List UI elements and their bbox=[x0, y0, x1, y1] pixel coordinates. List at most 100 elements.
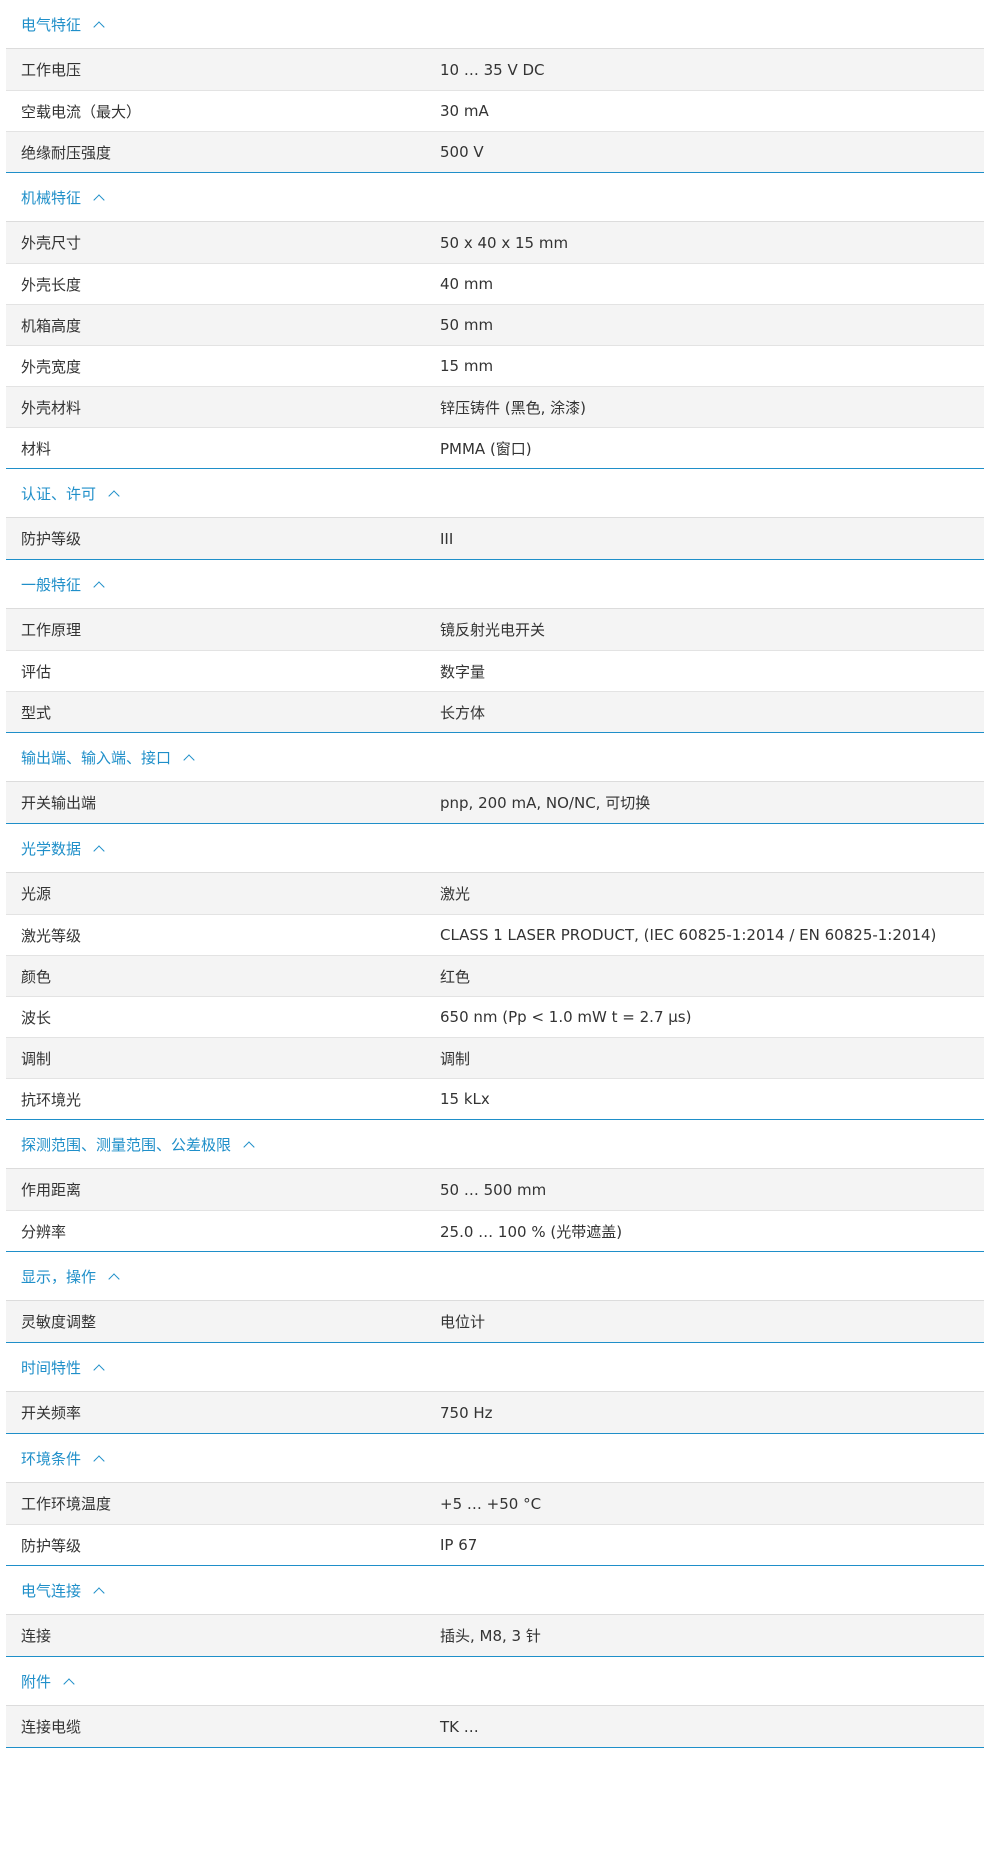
chevron-up-icon[interactable] bbox=[108, 489, 120, 502]
spec-value: IP 67 bbox=[440, 1536, 478, 1554]
spec-label: 灵敏度调整 bbox=[21, 1313, 97, 1331]
spec-label: 工作原理 bbox=[21, 621, 82, 639]
table-row: 开关输出端 pnp, 200 mA, NO/NC, 可切换 bbox=[6, 782, 984, 823]
section-header[interactable]: 电气连接 bbox=[6, 1566, 984, 1615]
section-body: 工作环境温度 +5 … +50 °C 防护等级 IP 67 bbox=[6, 1483, 984, 1565]
chevron-up-icon[interactable] bbox=[93, 580, 105, 593]
section-body: 外壳尺寸 50 x 40 x 15 mm 外壳长度 40 mm 机箱高度 50 mm 外壳宽… bbox=[6, 222, 984, 468]
spec-value: 15 kLx bbox=[440, 1090, 490, 1108]
spec-value: 调制 bbox=[440, 1049, 471, 1068]
table-row: 颜色 红色 bbox=[6, 955, 984, 996]
spec-label: 外壳长度 bbox=[21, 275, 82, 294]
section-header[interactable]: 时间特性 bbox=[6, 1343, 984, 1392]
chevron-up-icon[interactable] bbox=[93, 844, 105, 857]
chevron-up-icon[interactable] bbox=[93, 1363, 105, 1376]
table-row: 工作电压 10 … 35 V DC bbox=[6, 49, 984, 90]
spec-value: 插头, M8, 3 针 bbox=[440, 1627, 541, 1645]
spec-section: 探测范围、测量范围、公差极限作用距离 50 … 500 mm 分辨率 25.0 … 1… bbox=[6, 1120, 984, 1252]
spec-label: 外壳尺寸 bbox=[21, 234, 82, 252]
table-row: 外壳尺寸 50 x 40 x 15 mm bbox=[6, 222, 984, 263]
spec-label: 颜色 bbox=[21, 967, 52, 986]
chevron-up-icon[interactable] bbox=[108, 1272, 120, 1285]
section-header[interactable]: 光学数据 bbox=[6, 824, 984, 873]
spec-section: 环境条件 工作环境温度 +5 … +50 °C 防护等级 IP 67 bbox=[6, 1434, 984, 1566]
spec-label: 开关输出端 bbox=[21, 794, 97, 812]
section-body: 工作原理 镜反射光电开关 评估 数字量 型式 长方体 bbox=[6, 609, 984, 732]
table-row: 开关频率 750 Hz bbox=[6, 1392, 984, 1433]
spec-value: 500 V bbox=[440, 143, 484, 161]
section-header[interactable]: 电气特征 bbox=[6, 0, 984, 49]
spec-value: PMMA (窗口) bbox=[440, 439, 532, 458]
spec-section: 机械特征 外壳尺寸 50 x 40 x 15 mm 外壳长度 40 mm 机箱高度 50 m… bbox=[6, 173, 984, 469]
spec-value: 锌压铸件 (黑色, 涂漆) bbox=[440, 398, 587, 417]
spec-value: 红色 bbox=[440, 967, 471, 986]
section-header[interactable]: 一般特征 bbox=[6, 560, 984, 609]
table-row: 防护等级 IP 67 bbox=[6, 1524, 984, 1565]
spec-value: +5 … +50 °C bbox=[440, 1494, 542, 1513]
table-row: 防护等级 III bbox=[6, 518, 984, 559]
section-header[interactable]: 附件 bbox=[6, 1657, 984, 1706]
table-row: 机箱高度 50 mm bbox=[6, 304, 984, 345]
chevron-up-icon[interactable] bbox=[63, 1677, 75, 1690]
section-title: 电气连接 bbox=[21, 1581, 82, 1600]
section-body: 灵敏度调整 电位计 bbox=[6, 1301, 984, 1342]
spec-value: 650 nm (Pp < 1.0 mW t = 2.7 µs) bbox=[440, 1008, 692, 1026]
spec-label: 外壳宽度 bbox=[21, 357, 82, 376]
table-row: 连接电缆 TK … bbox=[6, 1706, 984, 1747]
spec-label: 外壳材料 bbox=[21, 398, 82, 417]
section-header[interactable]: 机械特征 bbox=[6, 173, 984, 222]
section-header[interactable]: 探测范围、测量范围、公差极限 bbox=[6, 1120, 984, 1169]
spec-value: 25.0 … 100 % (光带遮盖) bbox=[440, 1222, 623, 1241]
spec-label: 调制 bbox=[21, 1049, 52, 1068]
spec-label: 光源 bbox=[21, 885, 52, 903]
spec-value: TK … bbox=[440, 1717, 479, 1736]
spec-label: 连接 bbox=[21, 1627, 52, 1645]
section-header[interactable]: 输出端、输入端、接口 bbox=[6, 733, 984, 782]
section-header[interactable]: 显示，操作 bbox=[6, 1252, 984, 1301]
section-title: 一般特征 bbox=[21, 575, 82, 594]
spec-label: 防护等级 bbox=[21, 1536, 82, 1555]
spec-value: 长方体 bbox=[440, 703, 486, 722]
section-title: 机械特征 bbox=[21, 188, 82, 207]
table-row: 调制 调制 bbox=[6, 1037, 984, 1078]
chevron-up-icon[interactable] bbox=[93, 20, 105, 33]
spec-value: 15 mm bbox=[440, 357, 494, 375]
table-row: 波长 650 nm (Pp < 1.0 mW t = 2.7 µs) bbox=[6, 996, 984, 1037]
table-row: 材料 PMMA (窗口) bbox=[6, 427, 984, 468]
spec-label: 分辨率 bbox=[21, 1222, 67, 1241]
chevron-up-icon[interactable] bbox=[243, 1140, 255, 1153]
table-row: 工作原理 镜反射光电开关 bbox=[6, 609, 984, 650]
section-title: 输出端、输入端、接口 bbox=[21, 748, 172, 767]
table-row: 作用距离 50 … 500 mm bbox=[6, 1169, 984, 1210]
spec-value: III bbox=[440, 529, 454, 548]
spec-value: 10 … 35 V DC bbox=[440, 60, 545, 79]
section-title: 光学数据 bbox=[21, 839, 82, 858]
spec-accordion: 电气特征 工作电压 10 … 35 V DC 空载电流（最大） 30 mA 绝缘耐压强度 5… bbox=[6, 0, 984, 1748]
spec-value: pnp, 200 mA, NO/NC, 可切换 bbox=[440, 794, 651, 812]
chevron-up-icon[interactable] bbox=[183, 753, 195, 766]
chevron-up-icon[interactable] bbox=[93, 1454, 105, 1467]
spec-section: 认证、许可防护等级 III bbox=[6, 469, 984, 560]
spec-label: 波长 bbox=[21, 1008, 52, 1027]
spec-section: 附件 连接电缆 TK … bbox=[6, 1657, 984, 1748]
section-body: 开关输出端 pnp, 200 mA, NO/NC, 可切换 bbox=[6, 782, 984, 823]
spec-label: 防护等级 bbox=[21, 530, 82, 548]
section-title: 电气特征 bbox=[21, 15, 82, 34]
table-row: 激光等级 CLASS 1 LASER PRODUCT, (IEC 60825-1:… bbox=[6, 914, 984, 955]
section-header[interactable]: 认证、许可 bbox=[6, 469, 984, 518]
section-body: 作用距离 50 … 500 mm 分辨率 25.0 … 100 % (光带遮盖) bbox=[6, 1169, 984, 1251]
spec-section: 一般特征工作原理 镜反射光电开关 评估 数字量 型式 长方体 bbox=[6, 560, 984, 733]
chevron-up-icon[interactable] bbox=[93, 1586, 105, 1599]
spec-label: 激光等级 bbox=[21, 926, 82, 945]
table-row: 光源 激光 bbox=[6, 873, 984, 914]
section-body: 连接 插头, M8, 3 针 bbox=[6, 1615, 984, 1656]
spec-section: 时间特性 开关频率 750 Hz bbox=[6, 1343, 984, 1434]
section-header[interactable]: 环境条件 bbox=[6, 1434, 984, 1483]
section-body: 防护等级 III bbox=[6, 518, 984, 559]
section-title: 探测范围、测量范围、公差极限 bbox=[21, 1135, 232, 1154]
chevron-up-icon[interactable] bbox=[93, 193, 105, 206]
table-row: 绝缘耐压强度 500 V bbox=[6, 131, 984, 172]
spec-label: 开关频率 bbox=[21, 1404, 82, 1422]
spec-value: 激光 bbox=[440, 885, 471, 903]
spec-section: 光学数据光源 激光激光等级 CLASS 1 LASER PRODUCT, (IEC … bbox=[6, 824, 984, 1120]
